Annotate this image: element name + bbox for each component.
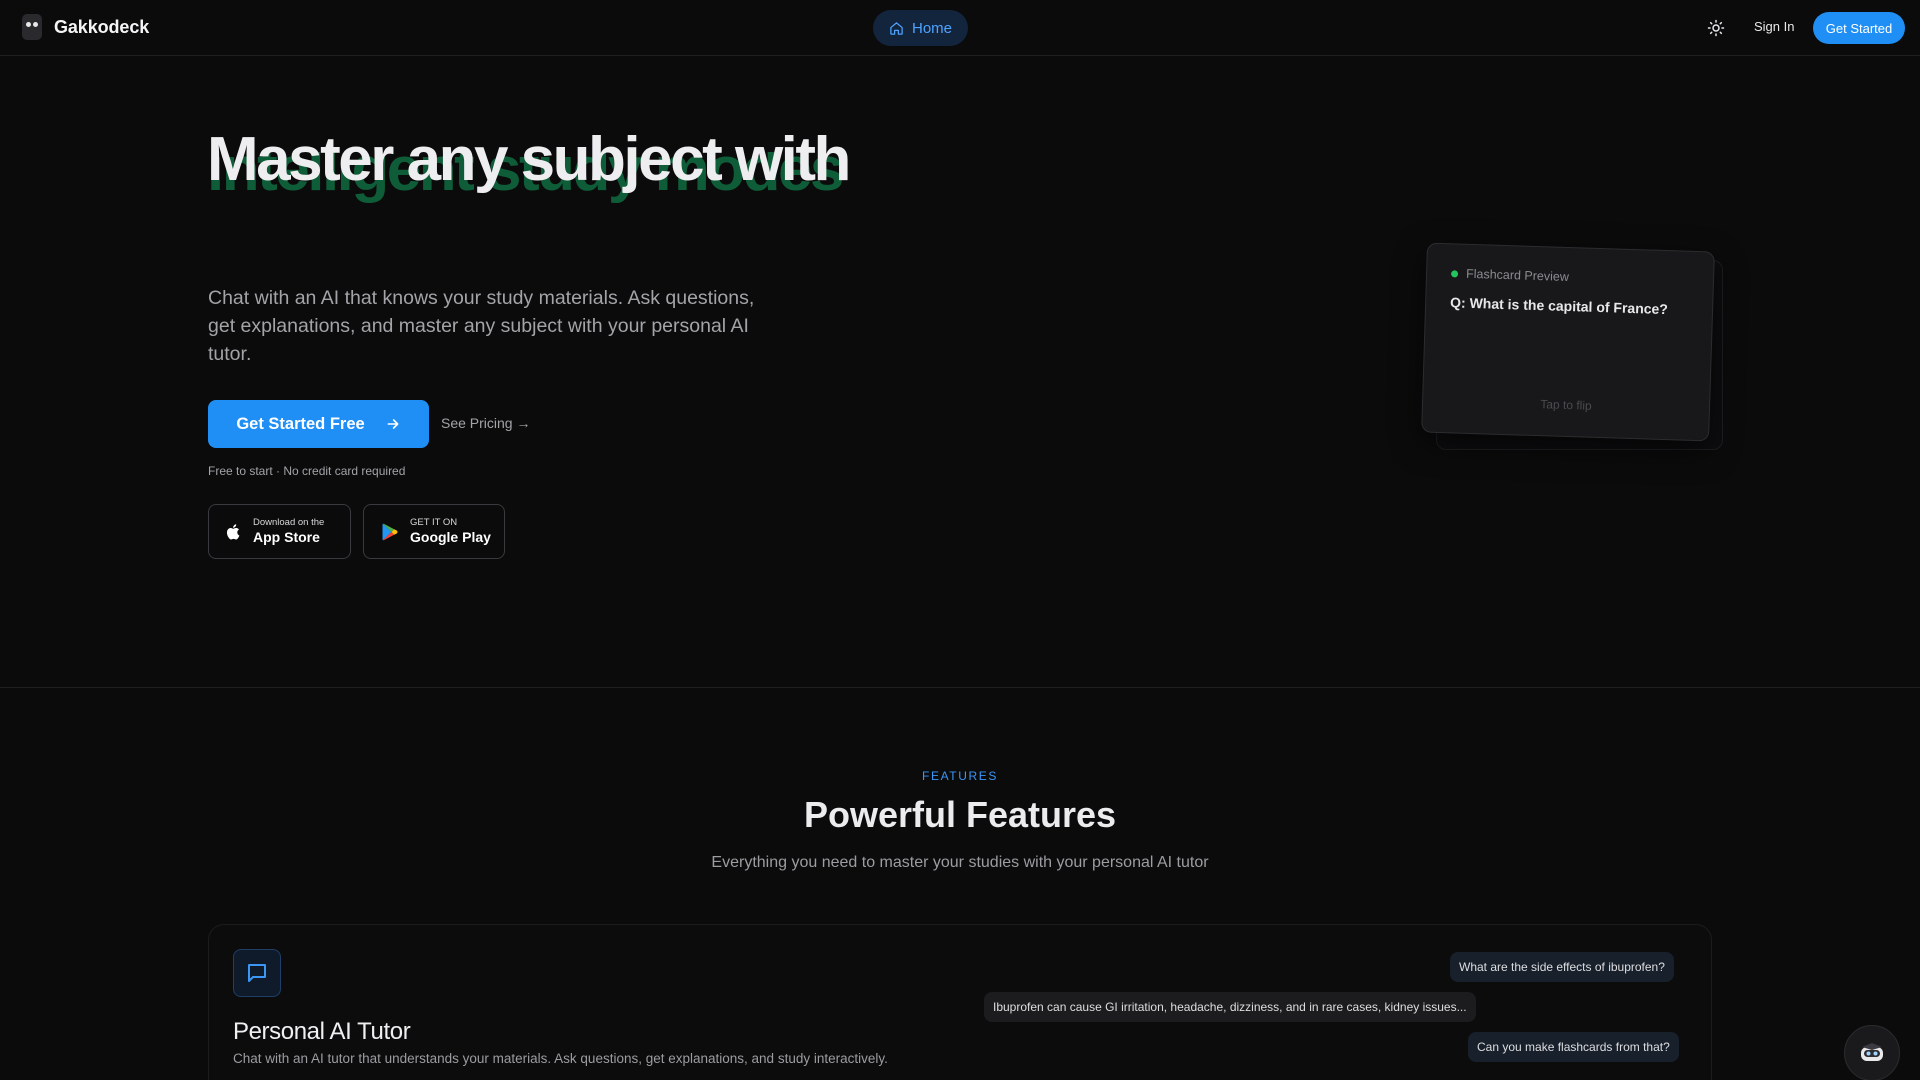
- feature-icon-box: [233, 949, 281, 997]
- robot-logo-icon: [22, 14, 42, 40]
- nav-home-link[interactable]: Home: [873, 10, 968, 46]
- chat-bubble-user: Can you make flashcards from that?: [1468, 1032, 1679, 1062]
- google-play-icon: [382, 523, 398, 540]
- hero-subtitle: Chat with an AI that knows your study ma…: [208, 287, 755, 365]
- feature-description: Chat with an AI tutor that understands y…: [233, 1051, 888, 1066]
- nav-home-label: Home: [911, 19, 952, 37]
- theme-toggle-button[interactable]: [1704, 16, 1728, 40]
- app-store-small: Download on the: [253, 517, 325, 528]
- section-divider: [0, 687, 1920, 688]
- top-nav: Gakkodeck Home Sign In Get Started: [0, 0, 1920, 56]
- hero-title: Master any subject with: [207, 125, 851, 194]
- arrow-right-icon: [387, 419, 399, 429]
- home-icon: [890, 21, 903, 35]
- flashcard-question: Q: What is the capital of France?: [1449, 294, 1669, 318]
- sign-in-link[interactable]: Sign In: [1754, 19, 1794, 34]
- flashcard-preview[interactable]: Flashcard Preview Q: What is the capital…: [1421, 242, 1715, 442]
- chat-assistant-button[interactable]: [1844, 1025, 1900, 1080]
- features-title: Powerful Features: [803, 794, 1117, 835]
- google-play-button[interactable]: GET IT ON Google Play: [363, 504, 505, 559]
- flashcard-header: Flashcard Preview: [1450, 266, 1570, 284]
- status-dot-icon: [1450, 269, 1459, 278]
- see-pricing-link[interactable]: See Pricing →: [441, 415, 530, 431]
- google-play-big: Google Play: [410, 529, 491, 545]
- robot-mascot-icon: [1861, 1043, 1883, 1061]
- get-started-button[interactable]: Get Started: [1813, 12, 1905, 44]
- get-started-free-label: Get Started Free: [236, 414, 365, 433]
- apple-icon: [226, 523, 240, 539]
- brand-link[interactable]: Gakkodeck: [22, 14, 149, 40]
- features-subtitle: Everything you need to master your studi…: [711, 854, 1209, 871]
- app-store-big: App Store: [253, 529, 320, 545]
- flashcard-hint: Tap to flip: [1540, 397, 1592, 413]
- chat-bubble-user: What are the side effects of ibuprofen?: [1450, 952, 1674, 982]
- hero-note: Free to start · No credit card required: [208, 464, 406, 478]
- feature-name: Personal AI Tutor: [233, 1018, 411, 1045]
- google-play-small: GET IT ON: [410, 517, 458, 528]
- features-eyebrow: FEATURES: [922, 769, 998, 783]
- brand-name: Gakkodeck: [54, 16, 150, 37]
- get-started-free-button[interactable]: Get Started Free: [208, 400, 429, 448]
- flashcard-label: Flashcard Preview: [1465, 266, 1570, 284]
- sun-icon: [1707, 19, 1725, 37]
- app-store-button[interactable]: Download on the App Store: [208, 504, 351, 559]
- chat-bubble-ai: Ibuprofen can cause GI irritation, heada…: [984, 992, 1476, 1022]
- chat-bubble-icon: [248, 964, 266, 982]
